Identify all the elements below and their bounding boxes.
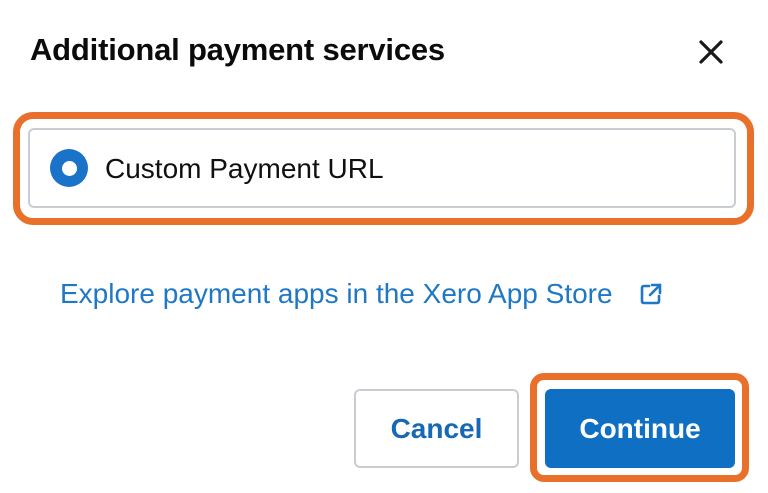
- close-icon: [699, 40, 723, 64]
- custom-payment-url-option[interactable]: Custom Payment URL: [28, 128, 736, 208]
- continue-button[interactable]: Continue: [545, 389, 735, 468]
- app-store-link-label: Explore payment apps in the Xero App Sto…: [60, 278, 613, 309]
- option-label: Custom Payment URL: [105, 153, 384, 184]
- xero-app-store-link[interactable]: Explore payment apps in the Xero App Sto…: [60, 278, 663, 310]
- radio-dot: [61, 160, 77, 176]
- radio-selected-icon[interactable]: [50, 149, 88, 187]
- payment-services-dialog: Additional payment services Custom Payme…: [0, 0, 768, 493]
- cancel-button[interactable]: Cancel: [354, 389, 519, 468]
- dialog-title: Additional payment services: [30, 32, 445, 67]
- external-link-icon: [639, 282, 663, 306]
- close-button[interactable]: [692, 33, 730, 71]
